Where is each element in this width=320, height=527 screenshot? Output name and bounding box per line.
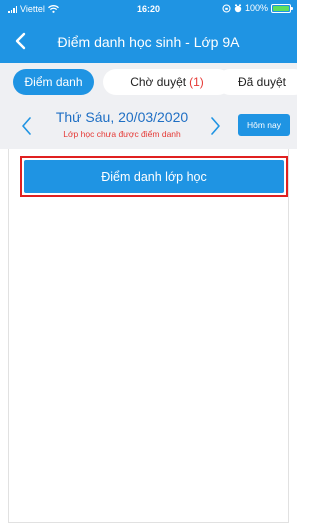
status-bar: Viettel 16:20 100% (0, 0, 297, 20)
attendance-status: Lớp học chưa được điểm danh (63, 129, 181, 139)
tab-bar: Điểm danh Chờ duyệt (1) Đã duyệt (0, 63, 307, 103)
battery-percent: 100% (244, 3, 268, 13)
content-bottom-border (8, 522, 289, 523)
page-title: Điểm danh học sinh - Lớp 9A (57, 34, 240, 50)
tab-approved[interactable]: Đã duyệt (217, 69, 307, 95)
tab-attendance-label: Điểm danh (24, 75, 83, 89)
content-panel (8, 149, 289, 523)
prev-date-chevron-icon[interactable] (20, 115, 34, 137)
next-date-chevron-icon[interactable] (208, 115, 222, 137)
tab-pending-label: Chờ duyệt (130, 75, 187, 89)
today-button[interactable]: Hôm nay (238, 114, 290, 136)
rotation-lock-icon (222, 3, 231, 13)
tab-pending[interactable]: Chờ duyệt (1) (103, 69, 231, 95)
current-date: Thứ Sáu, 20/03/2020 (55, 109, 189, 125)
alarm-icon (234, 4, 242, 12)
tab-approved-label: Đã duyệt (237, 75, 287, 89)
battery-icon (271, 3, 293, 13)
attend-class-button[interactable]: Điểm danh lớp học (24, 160, 284, 193)
pending-count-badge: (1) (189, 75, 204, 89)
tab-attendance[interactable]: Điểm danh (13, 69, 94, 95)
status-right: 100% (222, 3, 293, 13)
header-bar: Viettel 16:20 100% Điểm danh học sinh - … (0, 0, 297, 63)
